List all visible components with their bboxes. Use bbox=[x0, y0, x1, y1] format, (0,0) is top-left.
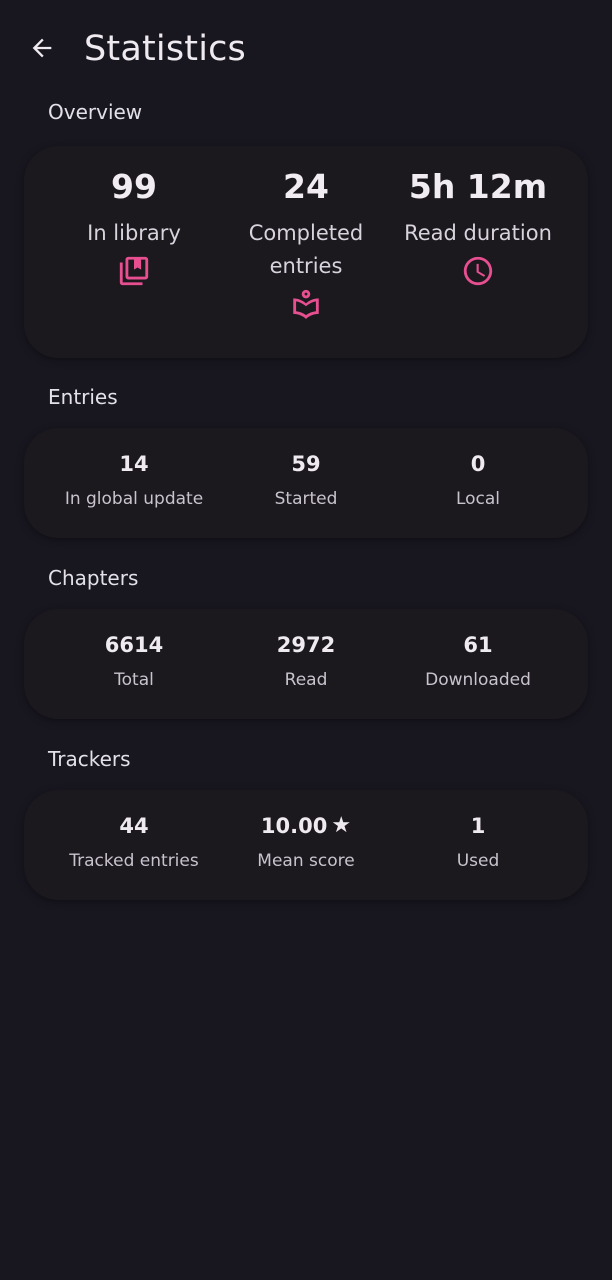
stat-read-duration: 5h 12m Read duration bbox=[384, 166, 572, 288]
stat-value: 99 bbox=[111, 167, 157, 206]
star-icon: ★ bbox=[331, 813, 352, 838]
section-label-entries: Entries bbox=[48, 385, 118, 409]
section-label-chapters: Chapters bbox=[48, 566, 139, 590]
stat-trackers-used: 1 Used bbox=[384, 812, 572, 873]
stat-label: Completed entries bbox=[248, 221, 364, 278]
stat-label: Mean score bbox=[257, 851, 355, 871]
stat-value: 61 bbox=[463, 633, 493, 657]
stat-label: Tracked entries bbox=[69, 851, 199, 871]
menu-book-icon bbox=[293, 289, 319, 319]
trackers-card: 44 Tracked entries 10.00 ★ Mean score 1 … bbox=[24, 790, 588, 900]
mean-score-row: 10.00 ★ bbox=[261, 812, 351, 840]
stat-label: Read duration bbox=[404, 221, 552, 245]
stat-value: 6614 bbox=[104, 633, 164, 657]
library-books-icon bbox=[119, 256, 149, 286]
stat-downloaded-chapters: 61 Downloaded bbox=[384, 631, 572, 692]
stat-value: 2972 bbox=[276, 633, 336, 657]
section-label-trackers: Trackers bbox=[48, 747, 131, 771]
stat-label: In library bbox=[87, 221, 181, 245]
stat-global-update: 14 In global update bbox=[40, 450, 228, 511]
entries-card: 14 In global update 59 Started 0 Local bbox=[24, 428, 588, 538]
stat-icon-wrap bbox=[384, 254, 572, 288]
stat-completed-entries: 24 Completed entries bbox=[212, 166, 400, 321]
stat-label: In global update bbox=[64, 489, 204, 509]
stat-started: 59 Started bbox=[212, 450, 400, 511]
stat-value: 0 bbox=[470, 452, 486, 476]
stat-read-chapters: 2972 Read bbox=[212, 631, 400, 692]
stat-icon-wrap bbox=[40, 254, 228, 288]
arrow-back-icon bbox=[32, 38, 52, 58]
stat-value: 10.00 bbox=[260, 814, 328, 838]
stat-value: 14 bbox=[119, 452, 149, 476]
stat-local: 0 Local bbox=[384, 450, 572, 511]
back-button[interactable] bbox=[21, 27, 63, 69]
stat-in-library: 99 In library bbox=[40, 166, 228, 288]
section-label-overview: Overview bbox=[48, 100, 143, 124]
stat-tracked-entries: 44 Tracked entries bbox=[40, 812, 228, 873]
stat-label: Total bbox=[114, 670, 154, 690]
stat-label: Used bbox=[456, 851, 500, 871]
page-title: Statistics bbox=[84, 29, 246, 69]
top-app-bar: Statistics bbox=[0, 0, 612, 98]
stat-label: Read bbox=[284, 670, 328, 690]
stat-value: 59 bbox=[291, 452, 321, 476]
stat-label: Downloaded bbox=[425, 670, 531, 690]
stat-total-chapters: 6614 Total bbox=[40, 631, 228, 692]
stat-value-row: 10.00 ★ bbox=[212, 812, 400, 840]
stat-value: 1 bbox=[470, 814, 486, 838]
stat-value: 24 bbox=[283, 167, 329, 206]
stat-icon-wrap bbox=[212, 287, 400, 321]
chapters-card: 6614 Total 2972 Read 61 Downloaded bbox=[24, 609, 588, 719]
stat-label: Local bbox=[455, 489, 501, 509]
clock-icon bbox=[463, 256, 493, 286]
stat-mean-score: 10.00 ★ Mean score bbox=[212, 812, 400, 873]
stat-value: 5h 12m bbox=[408, 167, 548, 206]
stat-value: 44 bbox=[119, 814, 149, 838]
statistics-screen: Statistics Overview 99 In library 24 Com… bbox=[0, 0, 612, 1280]
stat-label: Started bbox=[274, 489, 338, 509]
overview-card: 99 In library 24 Completed entries 5h 12… bbox=[24, 146, 588, 358]
